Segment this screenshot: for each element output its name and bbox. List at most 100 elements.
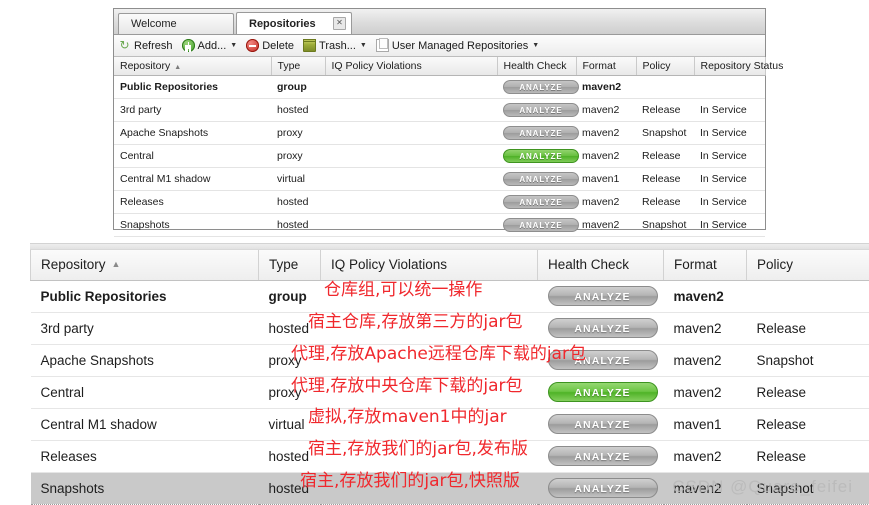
analyze-button[interactable]: ANALYZE: [503, 149, 579, 163]
refresh-label: Refresh: [134, 40, 173, 52]
analyze-button[interactable]: ANALYZE: [503, 126, 579, 140]
page-icon: [376, 39, 389, 52]
iq-policy-violations-cell: [325, 76, 497, 99]
iq-policy-violations-cell: [325, 168, 497, 191]
iq-policy-violations-cell: [325, 99, 497, 122]
table-row[interactable]: Public RepositoriesgroupANALYZEmaven2: [114, 76, 765, 99]
format-cell: maven2: [576, 191, 636, 214]
chevron-down-icon[interactable]: ▼: [230, 42, 237, 49]
add-label: Add...: [198, 40, 227, 52]
iq-policy-violations-cell: [321, 312, 538, 344]
table-row[interactable]: CentralproxyANALYZEmaven2ReleaseIn Servi…: [114, 145, 765, 168]
column-header-type[interactable]: Type: [259, 250, 321, 280]
table-row[interactable]: ReleaseshostedANALYZEmaven2ReleaseIn Ser…: [114, 191, 765, 214]
health-check-cell: ANALYZE: [497, 168, 576, 191]
table-row[interactable]: Central M1 shadowvirtualANALYZEmaven1Rel…: [114, 168, 765, 191]
column-header-repository[interactable]: Repository▲: [114, 57, 271, 76]
refresh-button[interactable]: ↻Refresh: [118, 39, 173, 52]
column-header-policy[interactable]: Policy: [636, 57, 694, 76]
analyze-button[interactable]: ANALYZE: [548, 350, 658, 370]
repository-name-cell: Snapshots: [31, 472, 259, 504]
sort-ascending-icon: ▲: [112, 259, 121, 269]
column-header-label: Repository: [41, 257, 106, 272]
iq-policy-violations-cell: [321, 440, 538, 472]
iq-policy-violations-cell: [321, 408, 538, 440]
iq-policy-violations-cell: [321, 472, 538, 504]
analyze-button[interactable]: ANALYZE: [548, 478, 658, 498]
analyze-button[interactable]: ANALYZE: [503, 218, 579, 232]
trash-button[interactable]: Trash...▼: [303, 39, 367, 52]
delete-label: Delete: [262, 40, 294, 52]
analyze-button[interactable]: ANALYZE: [503, 195, 579, 209]
repository-name-cell: Public Repositories: [114, 76, 271, 99]
column-header-policy[interactable]: Policy: [747, 250, 869, 280]
format-cell: maven2: [576, 145, 636, 168]
policy-cell: Release: [636, 191, 694, 214]
table-row[interactable]: Apache SnapshotsproxyANALYZEmaven2Snapsh…: [114, 122, 765, 145]
policy-cell: Snapshot: [636, 214, 694, 237]
table-row[interactable]: Apache SnapshotsproxyANALYZEmaven2Snapsh…: [31, 344, 869, 376]
type-cell: group: [259, 280, 321, 312]
iq-policy-violations-cell: [325, 214, 497, 237]
type-cell: hosted: [259, 312, 321, 344]
policy-cell: Release: [747, 440, 869, 472]
health-check-cell: ANALYZE: [497, 76, 576, 99]
iq-policy-violations-cell: [321, 376, 538, 408]
repository-status-cell: In Service: [694, 214, 765, 237]
type-cell: hosted: [271, 214, 325, 237]
repository-status-cell: In Service: [694, 168, 765, 191]
table-row[interactable]: Public RepositoriesgroupANALYZEmaven2: [31, 280, 869, 312]
horizontal-scrollbar[interactable]: [30, 243, 869, 250]
health-check-cell: ANALYZE: [538, 280, 664, 312]
health-check-cell: ANALYZE: [497, 214, 576, 237]
type-cell: hosted: [259, 472, 321, 504]
user-managed-repositories-button[interactable]: User Managed Repositories▼: [376, 39, 539, 52]
column-header-type[interactable]: Type: [271, 57, 325, 76]
refresh-icon: ↻: [118, 39, 131, 52]
table-row[interactable]: 3rd partyhostedANALYZEmaven2ReleaseIn Se…: [114, 99, 765, 122]
tab-welcome[interactable]: Welcome: [118, 13, 234, 34]
column-header-format[interactable]: Format: [576, 57, 636, 76]
analyze-button[interactable]: ANALYZE: [503, 103, 579, 117]
analyze-button[interactable]: ANALYZE: [503, 80, 579, 94]
iq-policy-violations-cell: [325, 145, 497, 168]
type-cell: hosted: [271, 191, 325, 214]
delete-button[interactable]: Delete: [246, 39, 294, 52]
column-header-health-check[interactable]: Health Check: [538, 250, 664, 280]
table-row[interactable]: ReleaseshostedANALYZEmaven2Release: [31, 440, 869, 472]
column-header-repository-status[interactable]: Repository Status: [694, 57, 765, 76]
add-icon: [182, 39, 195, 52]
table-row[interactable]: CentralproxyANALYZEmaven2Release: [31, 376, 869, 408]
add-button[interactable]: Add...▼: [182, 39, 238, 52]
repository-status-cell: [694, 76, 765, 99]
repository-name-cell: Snapshots: [114, 214, 271, 237]
tab-repositories[interactable]: Repositories✕: [236, 12, 352, 34]
chevron-down-icon[interactable]: ▼: [532, 42, 539, 49]
table-row[interactable]: SnapshotshostedANALYZEmaven2SnapshotIn S…: [114, 214, 765, 237]
column-header-repository[interactable]: Repository ▲: [31, 250, 259, 280]
policy-cell: [747, 280, 869, 312]
policy-cell: Snapshot: [747, 344, 869, 376]
table-row[interactable]: 3rd partyhostedANALYZEmaven2Release: [31, 312, 869, 344]
column-header-iq-policy-violations[interactable]: IQ Policy Violations: [321, 250, 538, 280]
analyze-button[interactable]: ANALYZE: [548, 382, 658, 402]
nexus-window: WelcomeRepositories✕ ↻RefreshAdd...▼Dele…: [113, 8, 766, 230]
format-cell: maven2: [664, 344, 747, 376]
bottom-repositories-table: Repository ▲ TypeIQ Policy ViolationsHealt…: [30, 250, 869, 505]
table-row[interactable]: Central M1 shadowvirtualANALYZEmaven1Rel…: [31, 408, 869, 440]
column-header-health-check[interactable]: Health Check: [497, 57, 576, 76]
health-check-cell: ANALYZE: [497, 191, 576, 214]
chevron-down-icon[interactable]: ▼: [360, 42, 367, 49]
health-check-cell: ANALYZE: [497, 122, 576, 145]
analyze-button[interactable]: ANALYZE: [548, 414, 658, 434]
type-cell: proxy: [259, 344, 321, 376]
close-icon[interactable]: ✕: [333, 17, 346, 30]
column-header-format[interactable]: Format: [664, 250, 747, 280]
column-header-iq-policy-violations[interactable]: IQ Policy Violations: [325, 57, 497, 76]
analyze-button[interactable]: ANALYZE: [503, 172, 579, 186]
analyze-button[interactable]: ANALYZE: [548, 318, 658, 338]
health-check-cell: ANALYZE: [538, 344, 664, 376]
health-check-cell: ANALYZE: [538, 312, 664, 344]
analyze-button[interactable]: ANALYZE: [548, 446, 658, 466]
analyze-button[interactable]: ANALYZE: [548, 286, 658, 306]
